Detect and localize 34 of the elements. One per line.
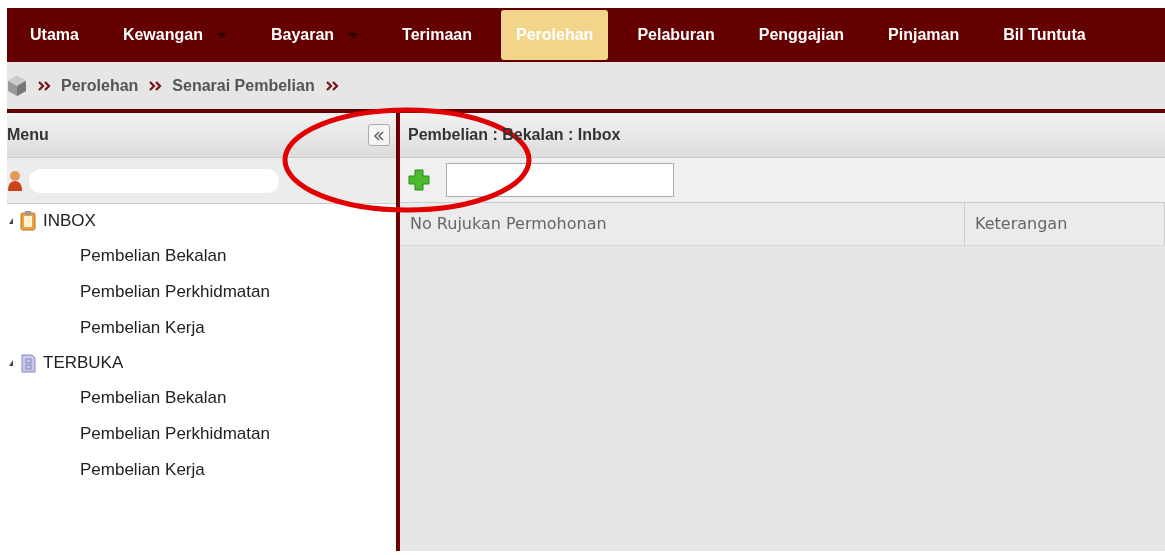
nav-tab[interactable]: Bil Tuntuta [988, 10, 1101, 60]
nav-tab[interactable]: Terimaan [387, 10, 488, 60]
tree-item[interactable]: Pembelian Perkhidmatan [80, 421, 270, 447]
chevron-separator-icon [148, 79, 163, 92]
nav-tab[interactable]: Utama [15, 10, 94, 60]
column-header[interactable]: Keterangan [965, 203, 1165, 245]
tree-item[interactable]: Pembelian Kerja [80, 315, 205, 341]
nav-tab[interactable]: Kewangan [107, 10, 242, 60]
nav-tab[interactable]: Pinjaman [873, 10, 975, 60]
nav-tab[interactable]: Bayaran [255, 10, 374, 60]
tree-item[interactable]: Pembelian Kerja [80, 457, 205, 483]
search-field[interactable] [446, 163, 674, 197]
nav-tab[interactable]: Pelaburan [622, 10, 730, 60]
column-header[interactable]: No Rujukan Permohonan [400, 203, 965, 245]
tree-folder[interactable]: TERBUKA [43, 350, 124, 376]
add-icon[interactable] [408, 169, 430, 191]
tree-item[interactable]: Pembelian Bekalan [80, 243, 227, 269]
clipboard-icon [19, 210, 37, 232]
expander-icon[interactable] [9, 360, 13, 366]
chevron-separator-icon [324, 79, 339, 92]
home-icon[interactable] [7, 74, 27, 97]
expander-icon[interactable] [9, 218, 13, 224]
cabinet-icon [19, 352, 37, 374]
tree-item[interactable]: Pembelian Bekalan [80, 385, 227, 411]
tree-folder[interactable]: INBOX [43, 208, 96, 234]
nav-tab[interactable]: Penggajian [743, 10, 860, 60]
breadcrumb-link[interactable]: Senarai Pembelian [172, 73, 315, 98]
tree-item[interactable]: Pembelian Perkhidmatan [80, 279, 270, 305]
chevron-separator-icon [37, 79, 51, 92]
breadcrumb-link[interactable]: Perolehan [61, 73, 139, 98]
collapse-button[interactable] [368, 124, 390, 146]
panel-title: Menu [7, 125, 49, 145]
user-icon [7, 169, 23, 192]
double-chevron-icon [373, 131, 385, 142]
